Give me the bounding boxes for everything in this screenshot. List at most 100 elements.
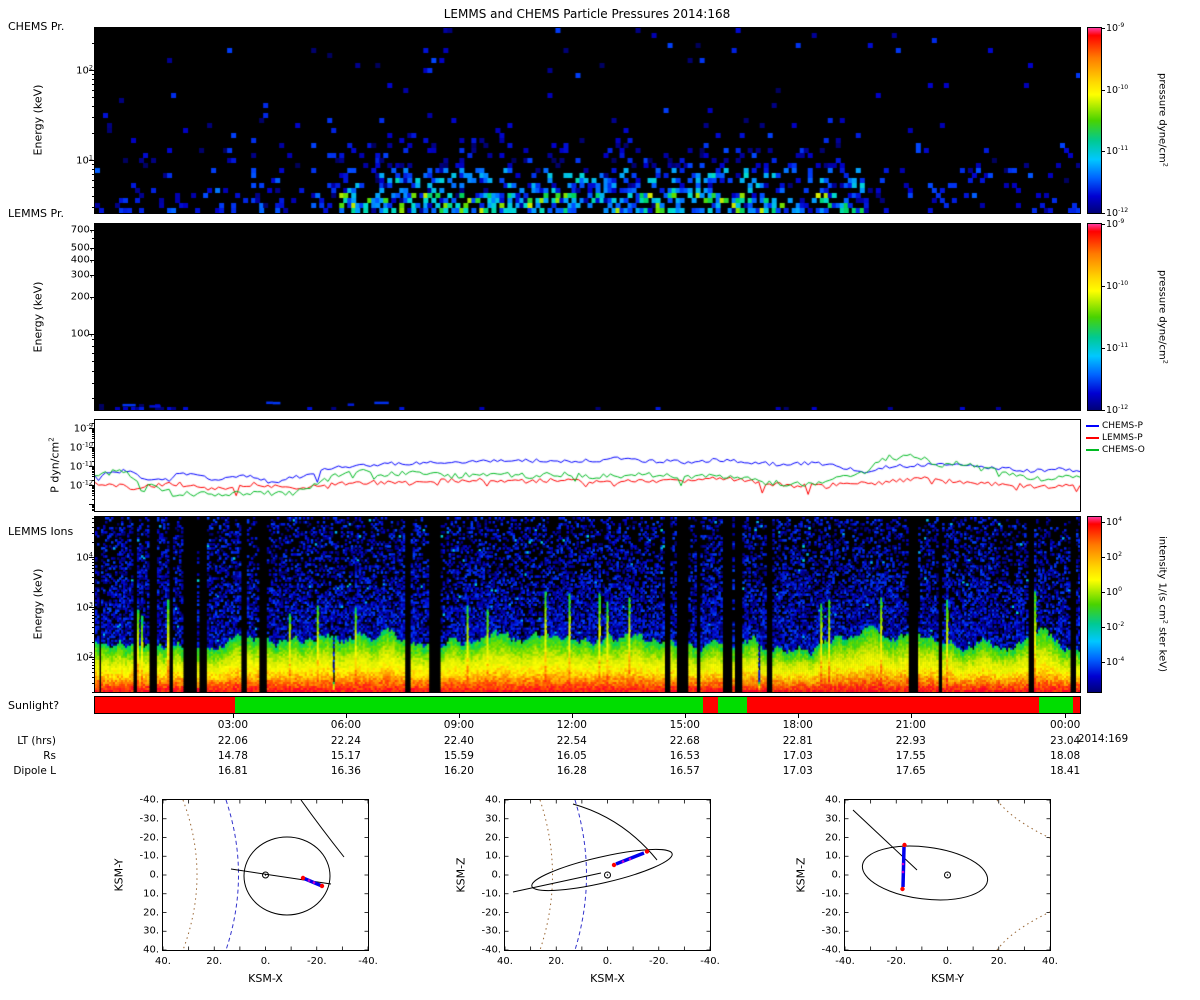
ions-y-tick-label: 104 [76, 550, 93, 564]
ephemeris-value: 18.41 [1050, 765, 1081, 777]
orbit-y-tick-label: 40. [485, 794, 501, 806]
sunlight-segment [1038, 697, 1074, 713]
ephemeris-value: 16.20 [443, 765, 474, 777]
time-tick [232, 713, 234, 718]
orbit-plot-xy [162, 799, 369, 951]
orbit-y-tick-label: 0. [491, 869, 501, 881]
pressure-y-minor-tick [92, 457, 95, 459]
lemms-y-tick-label: 100. [70, 328, 93, 340]
orbit-y-tick-label: 10. [485, 850, 501, 862]
ephemeris-value: 14.78 [217, 750, 248, 762]
pressure-y-tick-label: 10-12 [69, 478, 93, 492]
ions-y-minor-tick [92, 668, 95, 670]
colorbar-intensity-tick [1101, 627, 1105, 629]
ephemeris-row-label: Dipole L [13, 765, 56, 777]
time-tick-label: 21:00 [895, 719, 926, 731]
chems-pressure-spectrogram [94, 27, 1081, 214]
pressure-y-minor-tick [92, 473, 95, 475]
orbit-y-tick-label: -30. [481, 925, 501, 937]
orbit-x-axis-title: KSM-X [248, 972, 283, 985]
ephemeris-value: 16.57 [669, 765, 700, 777]
chems-y-minor-tick [92, 195, 95, 197]
orbit-y-axis-title: KSM-Y [112, 858, 126, 892]
ions-y-minor-tick [92, 583, 95, 585]
ions-y-minor-tick [92, 614, 95, 616]
ephemeris-row-label: LT (hrs) [17, 735, 56, 747]
colorbar-pressure-1-tick [1101, 89, 1105, 91]
ephemeris-value: 16.05 [556, 750, 587, 762]
bow-shock-curve [539, 800, 553, 950]
orbit-y-tick-label: 10. [825, 850, 841, 862]
lemms-y-minor-tick [92, 361, 95, 362]
orbit-y-tick-label: 30. [825, 813, 841, 825]
day-track [901, 846, 906, 888]
orbit-y-tick-label: -20. [481, 907, 501, 918]
sunlight-segment [95, 697, 235, 713]
pressure-y-axis-title: P dyn/cm2 [46, 437, 62, 493]
bow-shock-curve [182, 800, 198, 950]
ions-y-minor-tick [92, 522, 95, 524]
magnetopause-curve [574, 800, 587, 950]
pressure-y-minor-tick [92, 435, 95, 437]
orbit-y-tick-label: 40. [143, 944, 159, 956]
ions-y-minor-tick [92, 626, 95, 628]
chems-y-minor-tick [92, 97, 95, 99]
ephemeris-value: 17.55 [895, 750, 926, 762]
ions-y-minor-tick [92, 633, 95, 635]
lemms-y-minor-tick [92, 339, 95, 341]
orbit-y-tick-label: -40. [821, 944, 841, 956]
marker-magenta-2 [901, 870, 905, 874]
orbit-y-tick-label: 20. [485, 832, 501, 843]
ephemeris-row-label: Rs [43, 750, 56, 762]
marker-red-2 [900, 886, 905, 892]
colorbar-pressure-1 [1087, 27, 1102, 214]
bow-shock-upper [996, 800, 1050, 839]
colorbar-intensity-tick-label: 104 [1106, 516, 1123, 529]
colorbar-intensity-tick [1101, 557, 1105, 559]
time-tick [910, 713, 912, 718]
time-tick [684, 713, 686, 718]
orbit-ellipse [861, 845, 989, 901]
lemms-y-tick-label: 700. [70, 224, 93, 236]
marker-red-2 [319, 883, 325, 889]
orbit-x-tick-label: -40. [700, 956, 720, 967]
colorbar-pressure-1-tick [1101, 28, 1105, 29]
orbit-x-tick-label: 40. [1042, 956, 1058, 967]
sunlight-segment [702, 697, 718, 713]
lemms-pressure-spectrogram [94, 223, 1081, 411]
legend-swatch-chems-p [1086, 425, 1099, 427]
ephemeris-value: 16.28 [556, 765, 587, 777]
lemms-y-tick-label: 200. [70, 291, 93, 303]
colorbar-pressure-1-tick [1101, 151, 1105, 153]
trajectory-line [512, 872, 602, 893]
marker-magenta-1 [621, 860, 625, 863]
lemms-y-minor-tick [92, 382, 95, 384]
ephemeris-value: 15.17 [330, 750, 361, 762]
orbit-x-tick-label: -20. [886, 956, 907, 967]
ephemeris-value: 22.24 [330, 735, 361, 747]
colorbar-pressure-2 [1087, 223, 1102, 411]
marker-red-1 [902, 842, 907, 848]
chems-y-minor-tick [92, 105, 95, 107]
colorbar-intensity-tick [1101, 592, 1105, 594]
colorbar-pressure-1-tick-label: 10-9 [1106, 21, 1125, 35]
lemms-y-minor-tick [92, 370, 95, 372]
orbit-x-tick-label: 20. [206, 956, 223, 967]
ions-y-minor-tick [92, 568, 95, 570]
ephemeris-value: 16.81 [217, 765, 248, 777]
chems-y-minor-tick [92, 187, 95, 188]
chems-y-minor-tick [92, 84, 95, 86]
ephemeris-value: 16.53 [669, 750, 700, 762]
orbit-y-tick-label: 20. [143, 907, 159, 918]
colorbar-pressure-1-tick [1101, 213, 1105, 214]
ephemeris-value: 17.03 [782, 765, 813, 777]
time-tick [1065, 713, 1067, 718]
orbit-y-axis-title: KSM-Z [454, 857, 468, 893]
colorbar1-unit-label: pressure dyne/cm2 [1156, 73, 1170, 167]
pressure-line-plot [94, 419, 1081, 512]
figure-title: LEMMS and CHEMS Particle Pressures 2014:… [443, 7, 731, 21]
orbit-x-tick-label: 40. [155, 956, 171, 967]
colorbar-pressure-2-tick-label: 10-11 [1106, 341, 1129, 355]
ephemeris-value: 18.08 [1050, 750, 1081, 762]
ions-y-axis-title: Energy (keV) [31, 568, 45, 640]
